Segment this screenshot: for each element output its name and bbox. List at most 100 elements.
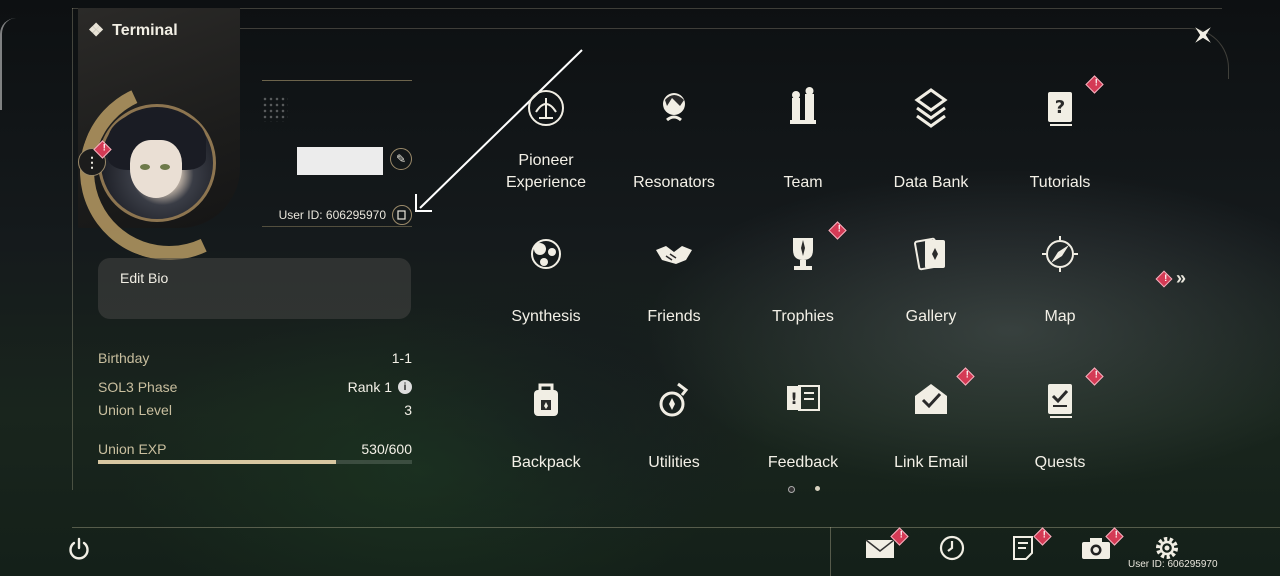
backpack-icon bbox=[522, 376, 570, 424]
footer-user-id: User ID: 606295970 bbox=[1128, 559, 1218, 570]
menu-item-label: Map bbox=[1044, 308, 1076, 325]
name-divider bbox=[262, 80, 412, 81]
union-level-label: Union Level bbox=[98, 402, 172, 418]
close-button[interactable] bbox=[1186, 18, 1220, 52]
svg-text:?: ? bbox=[1055, 97, 1065, 118]
menu-item-label: Feedback bbox=[767, 454, 839, 471]
copy-icon bbox=[397, 210, 406, 220]
pioneer-icon bbox=[522, 84, 570, 132]
menu-item-quests[interactable]: Quests bbox=[996, 367, 1124, 474]
copy-uid-button[interactable] bbox=[392, 205, 412, 225]
svg-text:!: ! bbox=[790, 389, 797, 408]
data-bank-icon bbox=[907, 84, 955, 132]
mail-icon bbox=[865, 539, 895, 558]
menu-item-label: Quests bbox=[1034, 454, 1086, 471]
page-dot-2[interactable] bbox=[815, 486, 820, 491]
quests-icon bbox=[1036, 376, 1084, 424]
settings-icon bbox=[1156, 537, 1178, 559]
menu-item-label: Gallery bbox=[905, 308, 957, 325]
menu-item-label: Link Email bbox=[894, 454, 968, 471]
menu-item-badge bbox=[1085, 367, 1104, 386]
edit-bio-label: Edit Bio bbox=[120, 270, 169, 286]
menu-item-feedback[interactable]: ! Feedback bbox=[739, 376, 867, 474]
clock-icon bbox=[939, 535, 965, 561]
menu-item-utilities[interactable]: Utilities bbox=[610, 376, 738, 474]
menu-item-resonators[interactable]: Resonators bbox=[610, 84, 738, 194]
stat-phase: SOL3 Phase Rank 1 i bbox=[98, 379, 412, 395]
clock-button[interactable] bbox=[934, 532, 970, 564]
terminal-icon: ❖ bbox=[88, 20, 105, 40]
feedback-icon: ! bbox=[779, 376, 827, 424]
menu-item-synthesis[interactable]: Synthesis bbox=[482, 230, 610, 328]
menu-item-label: Tutorials bbox=[1029, 174, 1091, 191]
edit-bio-button[interactable]: Edit Bio bbox=[98, 258, 411, 319]
frame-curve bbox=[238, 28, 1229, 79]
resonators-icon bbox=[650, 84, 698, 132]
page-indicator bbox=[788, 486, 820, 493]
avatar-face bbox=[130, 140, 182, 198]
menu-item-label: Backpack bbox=[511, 454, 581, 471]
power-icon bbox=[69, 537, 89, 560]
menu-item-tutorials[interactable]: ? Tutorials bbox=[996, 75, 1124, 194]
menu-item-backpack[interactable]: Backpack bbox=[482, 376, 610, 474]
menu-item-map[interactable]: Map bbox=[996, 230, 1124, 328]
menu-item-badge bbox=[828, 221, 847, 240]
menu-item-badge bbox=[956, 367, 975, 386]
stat-birthday: Birthday 1-1 bbox=[98, 350, 412, 366]
utilities-icon bbox=[650, 376, 698, 424]
terminal-header: ❖ Terminal bbox=[88, 20, 178, 41]
menu-item-trophies[interactable]: Trophies bbox=[739, 221, 867, 328]
edit-name-button[interactable]: ✎ bbox=[390, 148, 412, 170]
menu-item-pioneer-experience[interactable]: Pioneer Experience bbox=[482, 84, 610, 194]
stat-union-level: Union Level 3 bbox=[98, 402, 412, 418]
info-icon[interactable]: i bbox=[398, 380, 412, 394]
phase-label: SOL3 Phase bbox=[98, 379, 178, 395]
phase-value-wrap: Rank 1 i bbox=[348, 379, 412, 395]
menu-item-data-bank[interactable]: Data Bank bbox=[867, 84, 995, 194]
union-level-value: 3 bbox=[404, 402, 412, 418]
menu-item-label: Utilities bbox=[648, 454, 700, 471]
menu-item-label: Friends bbox=[647, 308, 701, 325]
friends-icon bbox=[650, 230, 698, 278]
page-dot-1[interactable] bbox=[788, 486, 795, 493]
avatar-eye-left bbox=[140, 164, 150, 170]
map-icon bbox=[1036, 230, 1084, 278]
menu-item-label: Pioneer Experience bbox=[505, 152, 587, 191]
menu-item-link-email[interactable]: Link Email bbox=[867, 367, 995, 474]
left-edge-arc bbox=[0, 18, 18, 110]
menu-item-label: Trophies bbox=[772, 308, 834, 325]
next-page-button[interactable]: » bbox=[1155, 268, 1187, 289]
menu-item-team[interactable]: Team bbox=[739, 84, 867, 194]
menu-item-gallery[interactable]: Gallery bbox=[867, 230, 995, 328]
frame-left-line bbox=[72, 8, 73, 490]
gallery-icon bbox=[907, 230, 955, 278]
menu-item-friends[interactable]: Friends bbox=[610, 230, 738, 328]
tutorials-icon: ? bbox=[1036, 84, 1084, 132]
union-exp-bar-fill bbox=[98, 460, 337, 464]
avatar-eye-right bbox=[160, 164, 170, 170]
user-id-row: User ID: 606295970 bbox=[262, 204, 412, 227]
birthday-value: 1-1 bbox=[391, 350, 412, 366]
menu-item-label: Team bbox=[783, 174, 823, 191]
menu-item-label: Resonators bbox=[633, 174, 715, 191]
phase-value: Rank 1 bbox=[347, 379, 392, 395]
decorative-dot-grid bbox=[262, 96, 288, 122]
close-icon bbox=[1195, 27, 1211, 43]
page-title: Terminal bbox=[112, 21, 178, 39]
link-email-icon bbox=[907, 376, 955, 424]
birthday-label: Birthday bbox=[98, 350, 150, 366]
stat-union-exp: Union EXP 530/600 bbox=[98, 441, 412, 457]
bottom-divider-vertical bbox=[830, 527, 831, 576]
user-id-text: User ID: 606295970 bbox=[278, 208, 386, 222]
player-name-field bbox=[297, 147, 383, 175]
notes-icon bbox=[1013, 536, 1033, 560]
bottom-divider bbox=[72, 527, 1280, 528]
double-chevron-icon: » bbox=[1176, 268, 1187, 288]
menu-item-label: Data Bank bbox=[893, 174, 969, 191]
frame-top-line bbox=[72, 8, 1222, 9]
menu-item-label: Synthesis bbox=[511, 308, 581, 325]
camera-icon bbox=[1082, 538, 1110, 559]
power-button[interactable] bbox=[62, 532, 96, 566]
next-page-badge bbox=[1155, 270, 1173, 287]
team-icon bbox=[779, 84, 827, 132]
